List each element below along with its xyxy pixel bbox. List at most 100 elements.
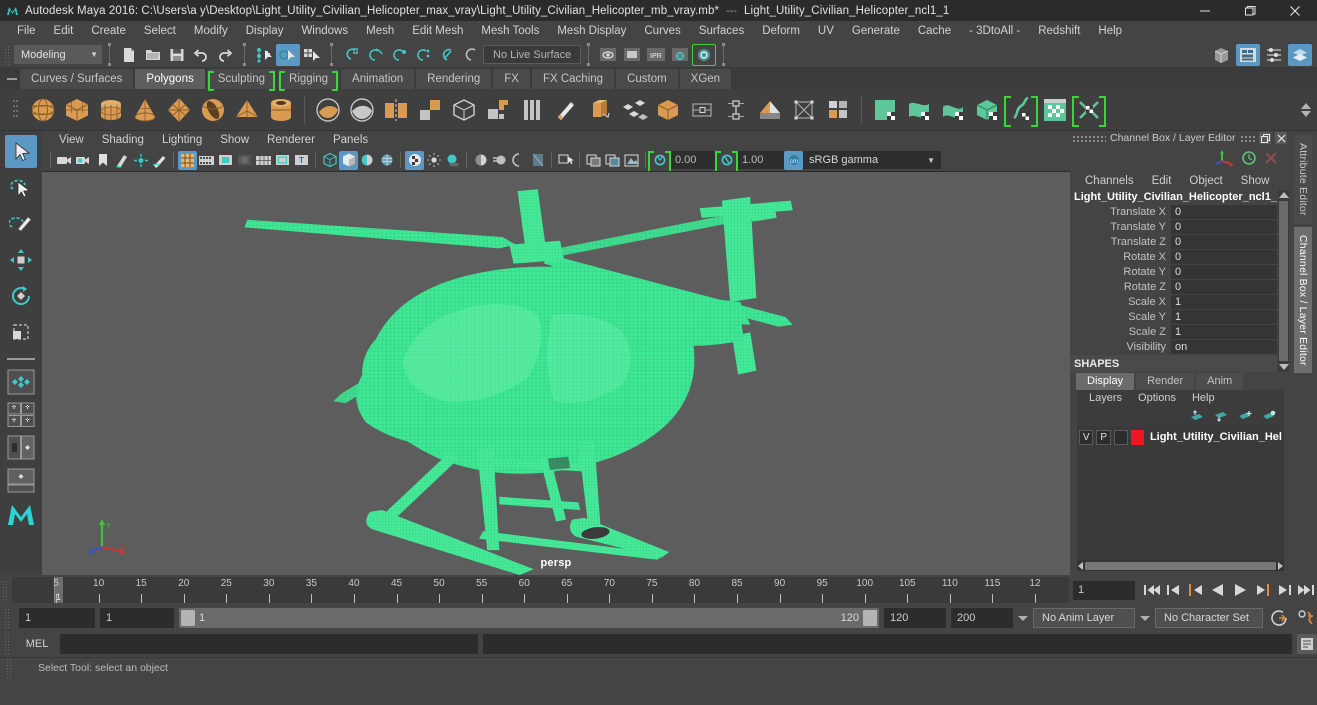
scroll-up-icon[interactable]: [1278, 192, 1289, 198]
exposure-field[interactable]: 0.00: [669, 151, 717, 169]
bevel-icon[interactable]: [617, 93, 651, 127]
gate-mask-icon[interactable]: [235, 151, 254, 170]
shelf-tab-custom[interactable]: Custom: [616, 69, 678, 89]
poly-sphere-icon[interactable]: [26, 93, 60, 127]
anim-layer-selector[interactable]: No Anim Layer: [1033, 608, 1135, 628]
menu-edit-mesh[interactable]: Edit Mesh: [403, 22, 472, 41]
attribute-editor-icon[interactable]: [1236, 43, 1260, 66]
shelf-tab-fx-caching[interactable]: FX Caching: [531, 69, 615, 89]
combine-icon[interactable]: [447, 93, 481, 127]
safe-action-icon[interactable]: [273, 151, 292, 170]
color-profile-selector[interactable]: sRGB gamma ▼: [803, 151, 941, 169]
shelf-tab-rigging[interactable]: Rigging: [278, 69, 340, 91]
channel-value[interactable]: 0: [1171, 220, 1277, 234]
2d-pan-zoom-icon[interactable]: [131, 151, 150, 170]
channel-row-translate-x[interactable]: Translate X 0: [1070, 205, 1277, 219]
commandline-grip[interactable]: [4, 634, 11, 654]
open-scene-icon[interactable]: [141, 44, 165, 66]
layer-list-horizontal-scrollbar[interactable]: [1077, 560, 1284, 571]
boolean-difference-icon[interactable]: [345, 93, 379, 127]
viewport-menu-renderer[interactable]: Renderer: [258, 132, 324, 148]
render-view-icon[interactable]: [596, 44, 620, 66]
channel-row-scale-x[interactable]: Scale X 1: [1070, 295, 1277, 309]
layer-color-swatch[interactable]: [1131, 429, 1144, 445]
append-polygon-icon[interactable]: [685, 93, 719, 127]
current-frame-field[interactable]: 1: [1073, 580, 1135, 600]
lasso-select-tool-icon[interactable]: [5, 171, 37, 204]
make-live-icon[interactable]: [459, 44, 483, 66]
channel-row-translate-y[interactable]: Translate Y 0: [1070, 220, 1277, 234]
menu-windows[interactable]: Windows: [292, 22, 357, 41]
wedge-face-icon[interactable]: [787, 93, 821, 127]
scale-tool-icon[interactable]: [5, 315, 37, 348]
move-layer-up-icon[interactable]: [1190, 410, 1204, 422]
render-sequence-icon[interactable]: [692, 43, 717, 66]
layer-menu-help[interactable]: Help: [1184, 392, 1223, 404]
render-region-icon[interactable]: [620, 44, 644, 66]
four-pane-layout-icon[interactable]: [4, 400, 38, 430]
layer-name[interactable]: Light_Utility_Civilian_Hel: [1150, 431, 1282, 443]
play-backwards-icon[interactable]: [1207, 579, 1229, 601]
camera-icon[interactable]: [55, 151, 74, 170]
connect-components-icon[interactable]: [821, 93, 855, 127]
sculpt-grab-icon[interactable]: [970, 93, 1004, 127]
motion-blur-icon[interactable]: [490, 151, 509, 170]
shelf-tab-polygons[interactable]: Polygons: [135, 69, 205, 89]
two-pane-stacked-layout-icon[interactable]: [4, 466, 38, 496]
screen-space-ao-icon[interactable]: [471, 151, 490, 170]
channel-row-visibility[interactable]: Visibility on: [1070, 340, 1277, 354]
anim-layer-chevron-down-icon[interactable]: [1018, 615, 1028, 621]
panel-grip[interactable]: [1072, 134, 1106, 142]
grid-toggle-icon[interactable]: [178, 150, 197, 170]
range-slider-bar[interactable]: 1 120: [179, 608, 879, 628]
poly-platonic-icon[interactable]: [162, 93, 196, 127]
channel-attribute-green-icon[interactable]: [1241, 150, 1257, 166]
3d-viewport[interactable]: y x z persp: [42, 171, 1070, 575]
xray-active-components-icon[interactable]: [622, 151, 641, 170]
tab-render-layers[interactable]: Render: [1136, 372, 1195, 390]
time-slider[interactable]: 1 5 10 15 20 25 30 35 40 45 50 55 60 65 70 75 80 85 90 95 1…: [12, 577, 1069, 603]
save-scene-icon[interactable]: [165, 44, 189, 66]
scrollbar-thumb[interactable]: [1279, 201, 1288, 361]
maya-logo-icon[interactable]: [4, 499, 38, 529]
wireframe-icon[interactable]: [320, 151, 339, 170]
camera-attributes-icon[interactable]: [74, 151, 93, 170]
single-pane-layout-icon[interactable]: [4, 367, 38, 397]
undock-panel-icon[interactable]: [1259, 132, 1271, 144]
channel-value[interactable]: 0: [1171, 235, 1277, 249]
multi-cut-icon[interactable]: [549, 93, 583, 127]
snap-grid-icon[interactable]: [339, 44, 363, 66]
channel-row-rotate-x[interactable]: Rotate X 0: [1070, 250, 1277, 264]
shelf-tab-grip[interactable]: [4, 69, 20, 89]
menu-generate[interactable]: Generate: [843, 22, 909, 41]
channel-value[interactable]: 0: [1171, 265, 1277, 279]
maximize-button[interactable]: [1227, 0, 1272, 21]
menu-curves[interactable]: Curves: [635, 22, 689, 41]
shelf-tab-xgen[interactable]: XGen: [679, 69, 732, 89]
rangeslider-grip[interactable]: [4, 608, 11, 628]
field-chart-icon[interactable]: [254, 151, 273, 170]
layer-visibility-toggle[interactable]: V: [1079, 429, 1094, 445]
channel-value[interactable]: 1: [1171, 310, 1277, 324]
render-settings-icon[interactable]: [668, 44, 692, 66]
auto-key-icon[interactable]: [1268, 607, 1290, 629]
minimize-button[interactable]: [1182, 0, 1227, 21]
channelbox-menu-object[interactable]: Object: [1180, 175, 1231, 187]
animation-start-field[interactable]: 1: [19, 608, 95, 628]
menu-mesh-display[interactable]: Mesh Display: [548, 22, 635, 41]
extrude-icon[interactable]: [583, 93, 617, 127]
layer-type-toggle[interactable]: [1113, 429, 1129, 445]
menu-help[interactable]: Help: [1089, 22, 1131, 41]
safe-title-icon[interactable]: T: [292, 151, 311, 170]
menu-deform[interactable]: Deform: [753, 22, 809, 41]
bookmark-icon[interactable]: [93, 151, 112, 170]
command-input[interactable]: [60, 634, 478, 654]
extract-icon[interactable]: [481, 93, 515, 127]
command-output[interactable]: [483, 634, 1292, 654]
color-management-icon[interactable]: cm: [784, 150, 803, 170]
poly-cube-icon[interactable]: [60, 93, 94, 127]
poly-cone-icon[interactable]: [128, 93, 162, 127]
redo-icon[interactable]: [213, 44, 237, 66]
scroll-right-icon[interactable]: [1278, 561, 1283, 570]
new-layer-from-selected-icon[interactable]: [1262, 410, 1276, 422]
